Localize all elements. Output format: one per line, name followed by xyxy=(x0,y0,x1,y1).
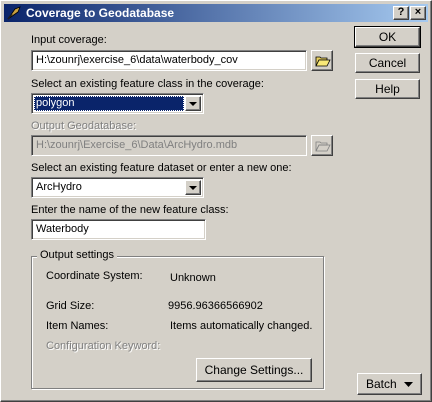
open-folder-icon xyxy=(315,56,331,67)
new-class-label: Enter the name of the new feature class: xyxy=(31,204,229,216)
feature-class-combo[interactable]: polygon xyxy=(31,93,204,114)
item-names-label: Item Names: xyxy=(46,320,109,332)
config-keyword-label: Configuration Keyword: xyxy=(46,340,161,352)
arctoolbox-icon xyxy=(7,6,21,20)
batch-label: Batch xyxy=(365,377,397,391)
help-button[interactable]: Help xyxy=(355,79,420,99)
feature-class-label: Select an existing feature class in the … xyxy=(31,78,264,90)
help-title-button[interactable]: ? xyxy=(393,6,409,20)
triangle-down-icon xyxy=(404,381,414,387)
item-names-value: Items automatically changed. xyxy=(170,320,313,332)
input-coverage-label: Input coverage: xyxy=(31,34,107,46)
close-button[interactable]: × xyxy=(410,6,426,20)
feature-dataset-label: Select an existing feature dataset or en… xyxy=(31,162,292,174)
grid-size-label: Grid Size: xyxy=(46,300,95,312)
feature-dataset-combo[interactable]: ArcHydro xyxy=(31,177,204,198)
output-settings-title: Output settings xyxy=(37,249,117,261)
output-gdb-field: H:\zounrj\Exercise_6\Data\ArcHydro.mdb xyxy=(31,135,307,156)
new-class-field[interactable]: Waterbody xyxy=(31,219,206,240)
browse-input-button[interactable] xyxy=(311,50,333,71)
browse-output-button xyxy=(311,135,333,156)
dialog-window: Coverage to Geodatabase ? × Input covera… xyxy=(0,0,432,402)
feature-dataset-value: ArcHydro xyxy=(36,181,82,193)
chevron-down-icon[interactable] xyxy=(185,180,201,195)
ok-button[interactable]: OK xyxy=(354,26,421,48)
title-bar: Coverage to Geodatabase ? × xyxy=(4,4,428,22)
cancel-button[interactable]: Cancel xyxy=(355,53,420,73)
open-folder-icon xyxy=(315,141,331,152)
batch-button[interactable]: Batch xyxy=(357,373,422,395)
coord-system-value: Unknown xyxy=(170,272,216,284)
grid-size-value: 9956.96366566902 xyxy=(168,300,263,312)
coord-system-label: Coordinate System: xyxy=(46,270,143,282)
input-coverage-field[interactable]: H:\zounrj\exercise_6\data\waterbody_cov xyxy=(31,50,307,71)
feature-class-value: polygon xyxy=(34,96,184,111)
change-settings-button[interactable]: Change Settings... xyxy=(196,358,312,382)
window-title: Coverage to Geodatabase xyxy=(26,6,175,20)
chevron-down-icon[interactable] xyxy=(185,96,201,111)
output-gdb-label: Output Geodatabase: xyxy=(31,120,137,132)
